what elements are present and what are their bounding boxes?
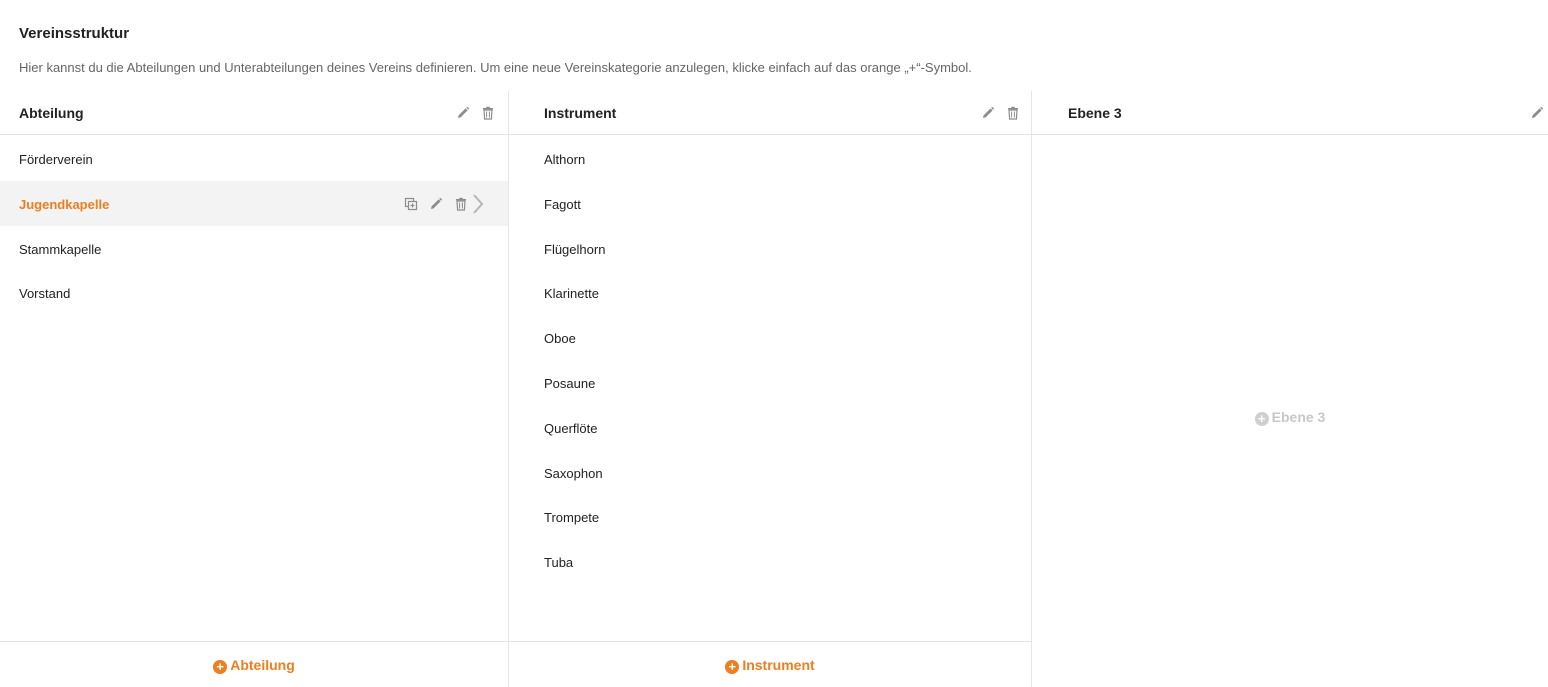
plus-circle-icon: + [725,660,740,674]
trash-icon[interactable] [1006,106,1020,120]
list-item[interactable]: Tuba [509,539,1031,584]
add-button-label: Instrument [742,657,815,673]
trash-icon[interactable] [454,197,468,211]
list-item-label: Querflöte [544,420,598,436]
pencil-icon[interactable] [981,106,995,120]
pencil-icon[interactable] [456,106,470,120]
list-item[interactable]: Posaune [509,360,1031,405]
page-description: Hier kannst du die Abteilungen und Unter… [19,60,972,75]
list-item[interactable]: Fagott [509,181,1031,226]
list-item[interactable]: Saxophon [509,450,1031,495]
list-item[interactable]: Stammkapelle [0,226,508,271]
chevron-right-icon[interactable] [471,193,485,215]
list-item-label: Vorstand [19,286,71,302]
list-item-label: Fagott [544,196,581,212]
page-title: Vereinsstruktur [19,25,130,42]
list-item[interactable]: Querflöte [509,405,1031,450]
plus-circle-icon: + [1254,412,1269,426]
column-abteilung: Abteilung Förderverein Jugendkapelle Sta… [0,91,509,687]
list-item-label: Jugendkapelle [19,196,110,212]
list-item-label: Posaune [544,375,596,391]
list-item-label: Trompete [544,510,600,526]
add-instrument-button[interactable]: + Instrument [509,657,1031,674]
list-item-label: Althorn [544,152,586,167]
column-title: Ebene 3 [1068,105,1122,121]
add-abteilung-button[interactable]: + Abteilung [0,657,508,674]
add-button-label: Abteilung [230,657,295,673]
list-item[interactable]: Förderverein [0,136,508,181]
list-item[interactable]: Oboe [509,315,1031,360]
add-ebene-3-button[interactable]: + Ebene 3 [1032,409,1548,426]
column-title: Abteilung [19,105,84,121]
column-header: Ebene 3 [1032,91,1548,135]
trash-icon[interactable] [481,106,495,120]
list-item-label: Oboe [544,331,576,347]
list-item-label: Klarinette [544,286,599,302]
list-item-label: Stammkapelle [19,241,102,257]
list-item-label: Saxophon [544,465,603,481]
abteilung-list: Förderverein Jugendkapelle Stammkapelle [0,136,508,315]
list-item-selected[interactable]: Jugendkapelle [0,180,508,226]
list-item-label: Förderverein [19,152,93,167]
column-footer: + Instrument [509,641,1031,687]
pencil-icon[interactable] [429,197,443,211]
plus-circle-icon: + [213,660,228,674]
column-ebene-3: Ebene 3 + Ebene 3 [1032,91,1548,687]
pencil-icon[interactable] [1530,106,1544,120]
column-footer: + Abteilung [0,641,508,687]
add-button-label: Ebene 3 [1271,409,1326,425]
column-instrument: Instrument Althorn Fagott Flügelhorn Kla… [509,91,1032,687]
list-item[interactable]: Flügelhorn [509,226,1031,271]
list-item-label: Tuba [544,555,574,571]
list-item[interactable]: Althorn [509,136,1031,181]
column-header: Abteilung [0,91,508,135]
list-item-label: Flügelhorn [544,241,606,257]
list-item[interactable]: Vorstand [0,270,508,315]
structure-columns: Abteilung Förderverein Jugendkapelle Sta… [0,91,1548,687]
column-header: Instrument [509,91,1031,135]
list-item[interactable]: Klarinette [509,270,1031,315]
copy-icon[interactable] [404,197,418,211]
list-item[interactable]: Trompete [509,494,1031,539]
column-title: Instrument [544,105,617,121]
instrument-list: Althorn Fagott Flügelhorn Klarinette Obo… [509,136,1031,584]
